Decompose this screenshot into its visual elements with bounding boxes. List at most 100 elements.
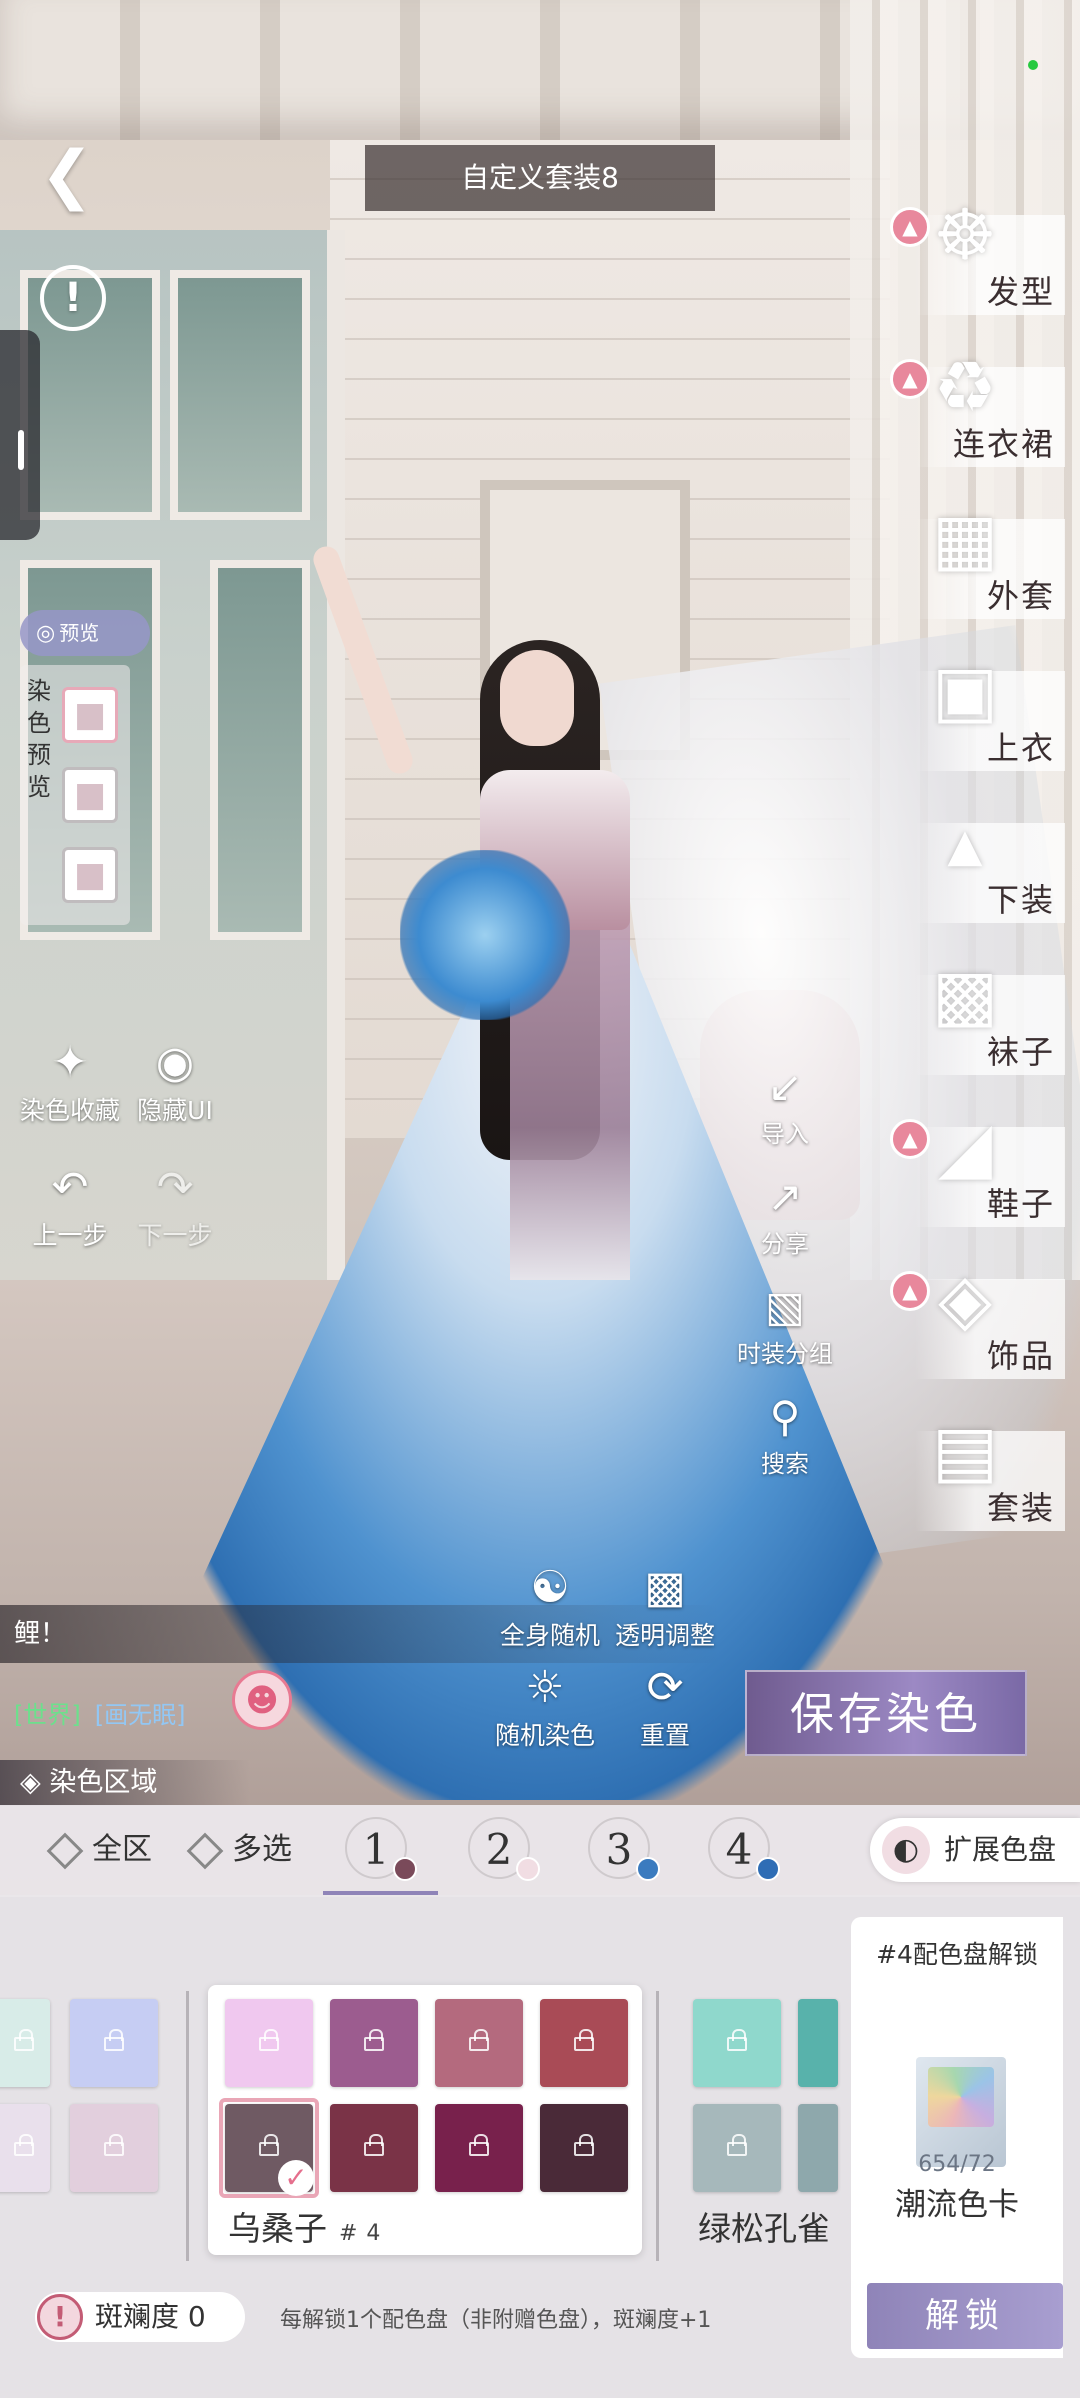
category-socks[interactable]: ▩ 袜子 <box>885 945 1065 1095</box>
outfit-title[interactable]: 自定义套装8 <box>365 145 715 211</box>
lock-icon <box>104 2134 124 2156</box>
info-button[interactable]: ! <box>40 265 106 331</box>
palette-group-name: 绿松孔雀 <box>698 2209 830 2248</box>
preview-slot-1[interactable]: ■ <box>62 687 118 743</box>
dye-badge-icon: ▲ <box>890 1271 930 1311</box>
category-label: 鞋子 <box>986 1185 1055 1223</box>
chat-tags[interactable]: [世界] [画无眠] <box>14 1695 185 1730</box>
preview-slot-2[interactable]: ■ <box>62 767 118 823</box>
color-swatch[interactable] <box>225 1999 313 2087</box>
color-swatch[interactable] <box>0 2104 50 2192</box>
random-dye-button[interactable]: ☼ 随机染色 <box>475 1660 615 1752</box>
lock-icon <box>364 2134 384 2156</box>
dye-badge-icon: ▲ <box>890 1119 930 1159</box>
region-tab-2[interactable]: 2 <box>468 1817 540 1883</box>
category-label: 袜子 <box>986 1033 1055 1071</box>
category-dress[interactable]: ♻ ▲ 连衣裙 <box>885 337 1065 487</box>
category-hair[interactable]: ☸ ▲ 发型 <box>885 185 1065 335</box>
back-arrow-icon: ❮ <box>40 138 94 212</box>
category-label: 套装 <box>986 1489 1055 1527</box>
dye-preview-label: 染色预览 <box>27 677 51 801</box>
color-swatch[interactable] <box>693 1999 781 2087</box>
preview-toggle[interactable]: ◎ 预览 <box>20 610 150 656</box>
import-icon: ↙ <box>767 1062 803 1111</box>
color-swatch[interactable] <box>798 2104 838 2192</box>
palette-group-title: 乌桑子 <box>228 2209 327 2248</box>
dye-area-label: ◈ 染色区域 <box>0 1760 250 1806</box>
hide-ui-button[interactable]: ◉ 隐藏UI <box>105 1035 245 1127</box>
region-color-dot <box>516 1857 540 1881</box>
unlock-button[interactable]: 解锁 <box>867 2283 1063 2349</box>
color-swatch[interactable] <box>330 1999 418 2087</box>
check-icon: ✓ <box>278 2160 314 2196</box>
category-coat[interactable]: ▦ 外套 <box>885 489 1065 639</box>
category-bottom[interactable]: ▴ 下装 <box>885 793 1065 943</box>
category-label: 连衣裙 <box>952 425 1055 463</box>
category-shoes[interactable]: ◢ ▲ 鞋子 <box>885 1097 1065 1247</box>
dye-preview-panel: 染色预览 ■ ■ ■ <box>20 665 130 925</box>
region-selector-row: 全区 多选 1 2 3 4 ◐ 扩展色盘 <box>0 1805 1080 1895</box>
category-top[interactable]: ▣ 上衣 <box>885 641 1065 791</box>
lock-icon <box>574 2029 594 2051</box>
dye-area-text: 染色区域 <box>49 1767 158 1798</box>
outfit-group-label: 时装分组 <box>737 1340 833 1368</box>
lock-icon <box>469 2029 489 2051</box>
folder-icon: ▧ <box>765 1282 805 1331</box>
color-swatch[interactable] <box>798 1999 838 2087</box>
region-tab-1[interactable]: 1 <box>345 1817 417 1883</box>
color-swatch[interactable] <box>435 1999 523 2087</box>
transparency-button[interactable]: ▩ 透明调整 <box>595 1560 735 1652</box>
vibrancy-value: 0 <box>187 2300 206 2333</box>
chat-mascot-icon[interactable]: ☻ <box>232 1670 292 1730</box>
chat-channel-tag: [画无眠] <box>94 1701 186 1729</box>
region-tab-4[interactable]: 4 <box>708 1817 780 1883</box>
category-label: 外套 <box>986 577 1055 615</box>
color-swatch[interactable] <box>540 2104 628 2192</box>
reset-button[interactable]: ⟳ 重置 <box>595 1660 735 1752</box>
multi-select-option[interactable]: 多选 <box>186 1805 292 1895</box>
exclamation-icon: ! <box>63 275 83 321</box>
palette-group-tag: # 4 <box>339 2221 382 2246</box>
expand-palette-button[interactable]: ◐ 扩展色盘 <box>870 1818 1080 1882</box>
color-swatch[interactable] <box>70 2104 158 2192</box>
character-face <box>500 650 574 746</box>
back-button[interactable]: ❮ <box>40 135 100 215</box>
region-tab-3[interactable]: 3 <box>588 1817 660 1883</box>
reset-label: 重置 <box>639 1721 690 1750</box>
color-swatch[interactable] <box>0 1999 50 2087</box>
search-button[interactable]: ⚲ 搜索 <box>730 1390 840 1479</box>
dye-badge-icon: ▲ <box>890 359 930 399</box>
lock-icon <box>469 2134 489 2156</box>
eye-icon: ◎ <box>36 621 56 646</box>
lock-icon <box>14 2029 34 2051</box>
color-swatch[interactable] <box>435 2104 523 2192</box>
search-icon: ⚲ <box>769 1392 801 1441</box>
lock-icon <box>574 2134 594 2156</box>
import-button[interactable]: ↙ 导入 <box>730 1060 840 1149</box>
category-accessory[interactable]: ◈ ▲ 饰品 <box>885 1249 1065 1399</box>
import-label: 导入 <box>761 1120 809 1148</box>
group-divider <box>186 1991 189 2261</box>
shirt-icon: ■ <box>73 855 107 895</box>
lock-icon <box>727 2029 747 2051</box>
outfit-group-button[interactable]: ▧ 时装分组 <box>715 1280 855 1369</box>
select-all-option[interactable]: 全区 <box>46 1805 152 1895</box>
save-dye-button[interactable]: 保存染色 <box>745 1670 1027 1756</box>
color-swatch[interactable] <box>330 2104 418 2192</box>
side-drawer-handle[interactable] <box>0 330 40 540</box>
search-label: 搜索 <box>761 1450 809 1478</box>
category-outfit[interactable]: ▤ 套装 <box>885 1401 1065 1551</box>
reset-icon: ⟳ <box>646 1662 684 1713</box>
color-swatch[interactable] <box>540 1999 628 2087</box>
vibrancy-indicator[interactable]: ! 斑斓度 0 <box>35 2292 245 2342</box>
checker-icon: ▩ <box>644 1562 686 1613</box>
hide-ui-label: 隐藏UI <box>137 1096 213 1125</box>
color-swatch[interactable] <box>693 2104 781 2192</box>
color-swatch[interactable] <box>70 1999 158 2087</box>
share-button[interactable]: ↗ 分享 <box>730 1170 840 1259</box>
share-icon: ↗ <box>767 1172 803 1221</box>
diamond-checkbox-icon <box>186 1832 224 1869</box>
preview-slot-3[interactable]: ■ <box>62 847 118 903</box>
vibrancy-label: 斑斓度 <box>95 2300 180 2333</box>
redo-button[interactable]: ↷ 下一步 <box>105 1160 245 1252</box>
